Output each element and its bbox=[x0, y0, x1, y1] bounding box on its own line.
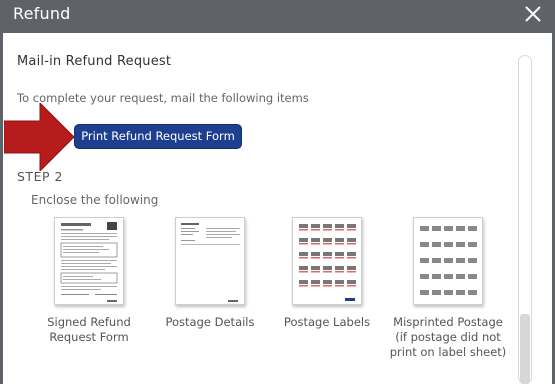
content-scrollbar[interactable] bbox=[518, 55, 532, 384]
enclosure-item: Signed Refund Request Form bbox=[29, 217, 149, 345]
close-icon[interactable] bbox=[521, 2, 545, 26]
enclosure-item-label: Misprinted Postage (if postage did not p… bbox=[389, 315, 507, 359]
enclosure-item-label: Signed Refund Request Form bbox=[47, 315, 131, 344]
dialog-title: Refund bbox=[13, 4, 71, 23]
postage-details-document-icon bbox=[175, 217, 245, 305]
pointer-arrow-icon bbox=[4, 103, 75, 171]
enclosure-item: Misprinted Postage (if postage did not p… bbox=[388, 217, 508, 360]
section-heading: Mail-in Refund Request bbox=[17, 54, 172, 69]
enclosure-item-label: Postage Details bbox=[165, 315, 255, 329]
dialog-content: Mail-in Refund Request To complete your … bbox=[3, 33, 552, 384]
misprinted-postage-sheet-icon bbox=[413, 217, 483, 305]
refund-form-document-icon bbox=[54, 217, 124, 305]
enclose-label: Enclose the following bbox=[31, 193, 159, 207]
enclosure-item: Postage Details bbox=[150, 217, 270, 330]
step-label: STEP 2 bbox=[17, 169, 63, 184]
postage-labels-sheet-icon bbox=[292, 217, 362, 305]
scrollbar-thumb[interactable] bbox=[520, 314, 530, 384]
dialog-titlebar: Refund bbox=[0, 0, 555, 30]
print-refund-form-button[interactable]: Print Refund Request Form bbox=[74, 124, 242, 149]
enclosure-item-label: Postage Labels bbox=[283, 315, 371, 329]
enclosure-item: Postage Labels bbox=[267, 217, 387, 330]
